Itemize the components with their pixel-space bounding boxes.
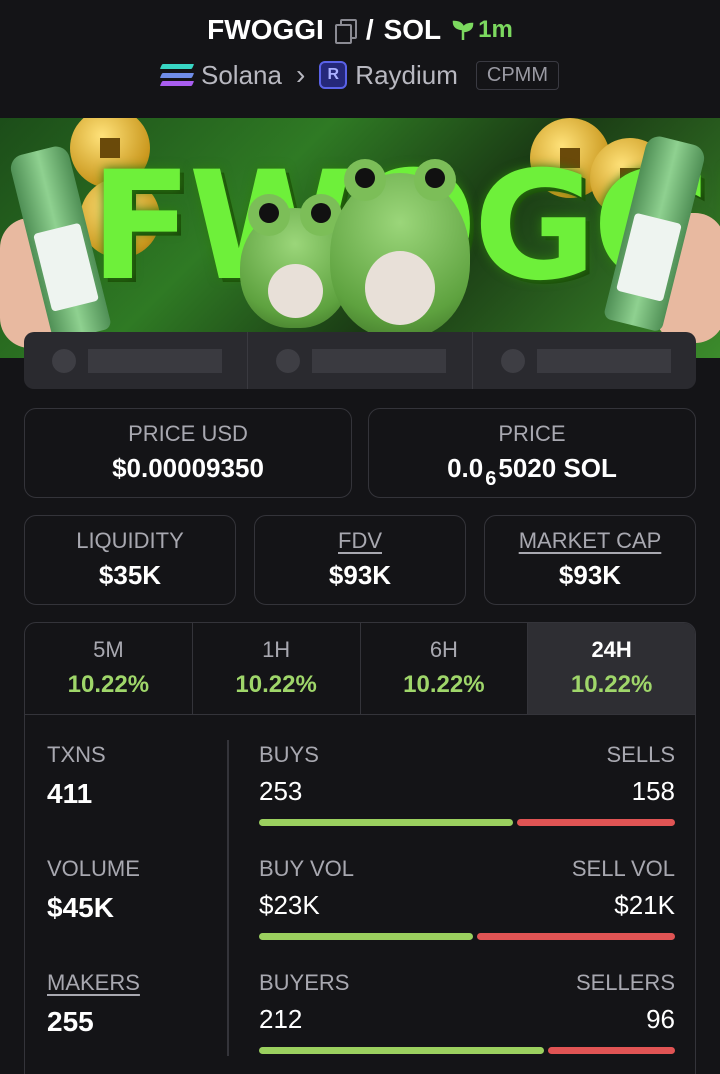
- pair-age: 1m: [451, 16, 513, 44]
- tab-6h[interactable]: 6H 10.22%: [361, 623, 529, 714]
- fdv-card[interactable]: FDV $93K: [254, 515, 466, 605]
- chain-name[interactable]: Solana: [201, 60, 282, 91]
- liquidity-card: LIQUIDITY $35K: [24, 515, 236, 605]
- pair-title: FWOGGI / SOL 1m: [0, 14, 720, 46]
- social-link-placeholder[interactable]: [24, 332, 249, 389]
- buy-sell-volume-bar: [259, 933, 675, 940]
- price-usd-label: PRICE USD: [128, 421, 248, 446]
- transaction-stats: TXNS 411 VOLUME $45K MAKERS 255 BUYS SELL…: [24, 714, 696, 1074]
- copy-icon[interactable]: [334, 18, 357, 44]
- buyers-sellers-stat: BUYERS SELLERS 212 96: [259, 970, 675, 1054]
- market-cap-value: $93K: [558, 560, 622, 590]
- market-cap-label[interactable]: MARKET CAP: [485, 528, 695, 554]
- volume-stat: VOLUME $45K: [47, 856, 140, 923]
- raydium-icon: R: [319, 61, 348, 89]
- buy-sell-volume-stat: BUY VOL SELL VOL $23K $21K: [259, 856, 675, 940]
- chain-dex-row: Solana › R Raydium CPMM: [0, 59, 720, 91]
- chevron-right-icon: ›: [295, 59, 306, 90]
- pair-age-value: 1m: [478, 16, 513, 43]
- tab-24h[interactable]: 24H 10.22%: [528, 623, 695, 714]
- makers-stat[interactable]: MAKERS 255: [47, 970, 140, 1038]
- token-symbol: FWOGGI: [207, 14, 324, 45]
- price-native-card: PRICE 0.0 65020 SOL: [368, 408, 696, 498]
- quote-symbol: SOL: [383, 14, 442, 45]
- dex-name[interactable]: Raydium: [355, 60, 458, 91]
- liquidity-label: LIQUIDITY: [76, 528, 184, 553]
- buys-sells-bar: [259, 819, 675, 826]
- timeframe-tabs: 5M 10.22% 1H 10.22% 6H 10.22% 24H 10.22%: [24, 622, 696, 715]
- price-native-value: 0.0 65020 SOL: [447, 453, 617, 490]
- social-links-strip: [24, 332, 696, 389]
- social-link-placeholder[interactable]: [248, 332, 473, 389]
- price-usd-card: PRICE USD $0.00009350: [24, 408, 352, 498]
- buyers-sellers-bar: [259, 1047, 675, 1054]
- fdv-value: $93K: [328, 560, 392, 590]
- social-link-placeholder[interactable]: [473, 332, 696, 389]
- market-cap-card[interactable]: MARKET CAP $93K: [484, 515, 696, 605]
- stats-divider: [227, 740, 229, 1056]
- token-banner: FWOGGI: [0, 118, 720, 358]
- pair-separator: /: [365, 14, 374, 45]
- frog-figure: [330, 159, 470, 338]
- txns-stat: TXNS 411: [47, 742, 106, 809]
- tab-1h[interactable]: 1H 10.22%: [193, 623, 361, 714]
- fdv-label[interactable]: FDV: [255, 528, 465, 554]
- price-usd-value: $0.00009350: [112, 453, 264, 483]
- price-native-label: PRICE: [498, 421, 566, 446]
- dex-type-badge: CPMM: [475, 60, 559, 90]
- solana-icon: [159, 62, 195, 88]
- liquidity-value: $35K: [98, 560, 162, 590]
- pair-header: FWOGGI / SOL 1m Solana › R Raydium CPMM: [0, 0, 720, 118]
- buys-sells-stat: BUYS SELLS 253 158: [259, 742, 675, 826]
- sprout-icon: [452, 20, 474, 40]
- tab-5m[interactable]: 5M 10.22%: [25, 623, 193, 714]
